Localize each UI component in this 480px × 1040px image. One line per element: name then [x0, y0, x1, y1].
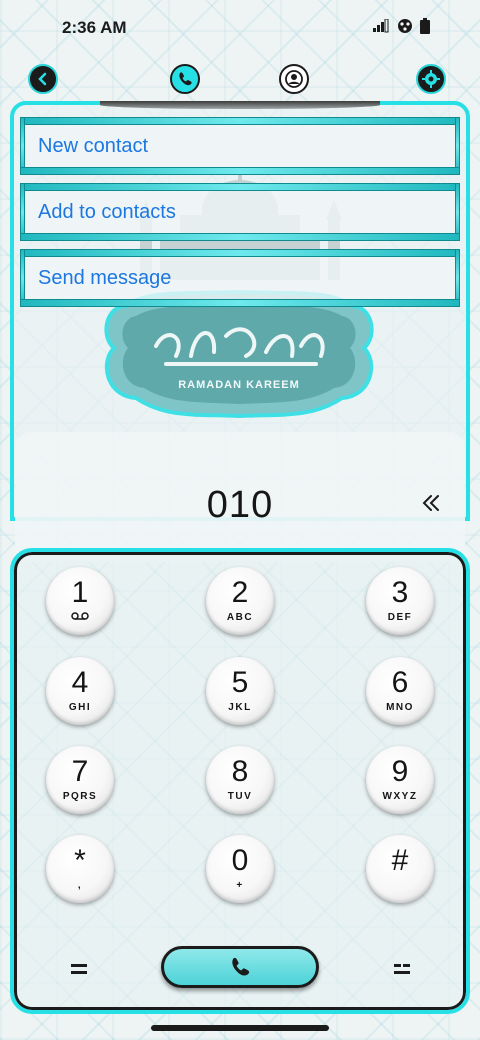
double-dash-icon	[394, 964, 410, 974]
key-7[interactable]: 7 PQRS	[46, 746, 114, 814]
key-letters: GHI	[68, 702, 92, 713]
back-button[interactable]	[28, 64, 58, 94]
key-digit: *	[74, 844, 86, 877]
key-4[interactable]: 4 GHI	[46, 657, 114, 725]
key-letters: PQRS	[62, 791, 98, 802]
key-digit: 6	[391, 666, 409, 699]
menu-item-label: New contact	[38, 134, 149, 157]
settings-button[interactable]	[416, 64, 446, 94]
key-digit: 3	[391, 576, 409, 609]
key-3[interactable]: 3 DEF	[366, 567, 434, 635]
key-1[interactable]: 1	[46, 567, 114, 635]
key-6[interactable]: 6 MNO	[366, 657, 434, 725]
phone-icon	[179, 72, 192, 86]
key-digit: #	[391, 844, 409, 877]
backspace-button[interactable]	[414, 486, 448, 520]
hide-keypad-button[interactable]	[70, 962, 88, 974]
contacts-tab-button[interactable]	[279, 64, 309, 94]
banner-caption: RAMADAN KAREEM	[178, 379, 300, 391]
panel-top-bar	[100, 101, 380, 109]
backspace-icon	[422, 495, 439, 511]
phone-icon	[232, 957, 250, 976]
menu-item-label: Send message	[38, 266, 172, 289]
key-letters: TUV	[227, 791, 253, 802]
key-letters: JKL	[228, 702, 252, 713]
voicemail-icon	[71, 612, 89, 624]
key-5[interactable]: 5 JKL	[206, 657, 274, 725]
key-digit: 9	[391, 755, 409, 788]
dialed-number[interactable]: 010	[0, 484, 480, 527]
key-digit: 5	[231, 666, 249, 699]
top-nav	[0, 64, 480, 98]
key-letters: DEF	[387, 612, 413, 623]
signal-icon	[372, 18, 390, 38]
key-9[interactable]: 9 WXYZ	[366, 746, 434, 814]
key-0[interactable]: 0 +	[206, 835, 274, 903]
status-icons	[372, 17, 430, 39]
key-letters: +	[236, 880, 244, 891]
phone-tab-button[interactable]	[170, 64, 200, 94]
sync-icon	[396, 18, 414, 39]
equals-icon	[71, 964, 87, 974]
battery-icon	[420, 17, 430, 39]
home-indicator[interactable]	[151, 1025, 329, 1031]
menu-item-add-to-contacts[interactable]: Add to contacts	[20, 183, 460, 241]
key-hash[interactable]: #	[366, 835, 434, 903]
key-8[interactable]: 8 TUV	[206, 746, 274, 814]
key-digit: 8	[231, 755, 249, 788]
key-digit: 0	[231, 844, 249, 877]
key-star[interactable]: * ,	[46, 835, 114, 903]
key-digit: 1	[71, 576, 89, 609]
menu-item-label: Add to contacts	[38, 200, 176, 223]
status-time: 2:36 AM	[62, 18, 127, 37]
more-options-button[interactable]	[393, 962, 411, 974]
key-letters: ABC	[226, 612, 254, 623]
key-letters: MNO	[386, 702, 414, 713]
settings-icon	[422, 70, 440, 88]
back-icon	[38, 72, 47, 86]
call-button[interactable]	[161, 946, 319, 988]
key-digit: 4	[71, 666, 89, 699]
menu-item-new-contact[interactable]: New contact	[20, 117, 460, 175]
key-2[interactable]: 2 ABC	[206, 567, 274, 635]
contact-icon	[285, 70, 303, 88]
key-letters: ,	[77, 880, 83, 891]
key-letters: WXYZ	[382, 791, 418, 802]
status-bar: 2:36 AM	[0, 0, 480, 56]
key-digit: 2	[231, 576, 249, 609]
menu-item-send-message[interactable]: Send message	[20, 249, 460, 307]
key-digit: 7	[71, 755, 89, 788]
